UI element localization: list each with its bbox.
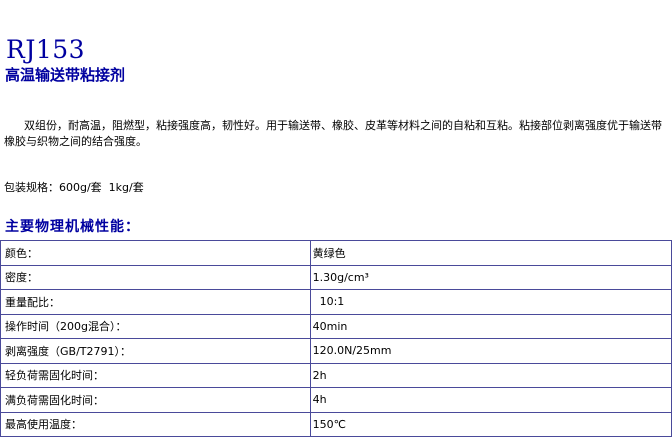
property-value: 2h [309, 362, 672, 388]
property-label: 操作时间（200g混合）： [0, 313, 311, 339]
product-description: 双组份，耐高温，阻燃型，粘接强度高，韧性好。用于输送带、橡胶、皮革等材料之间的自… [4, 119, 662, 148]
property-label: 满负荷需固化时间： [0, 387, 311, 413]
property-value: 150℃ [309, 411, 672, 437]
property-label: 密度： [0, 264, 311, 290]
property-label: 颜色： [0, 240, 311, 266]
property-value: 120.0N/25mm [309, 338, 672, 364]
table-row: 重量配比： 10:1 [0, 289, 672, 315]
property-value: 40min [309, 313, 672, 339]
property-value: 1.30g/cm³ [309, 264, 672, 290]
product-model: RJ153 [6, 35, 86, 64]
table-row: 轻负荷需固化时间： 2h [0, 362, 672, 388]
table-row: 剥离强度（GB/T2791）： 120.0N/25mm [0, 338, 672, 364]
property-value: 10:1 [309, 289, 672, 315]
table-row: 满负荷需固化时间： 4h [0, 387, 672, 413]
property-label: 最高使用温度： [0, 411, 311, 437]
properties-table: 颜色： 黄绿色 密度： 1.30g/cm³ 重量配比： 10:1 操作时间（20… [0, 240, 672, 437]
section-title: 主要物理机械性能： [5, 219, 140, 235]
table-row: 密度： 1.30g/cm³ [0, 264, 672, 290]
property-label: 轻负荷需固化时间： [0, 362, 311, 388]
table-row: 操作时间（200g混合）： 40min [0, 313, 672, 339]
table-row: 最高使用温度： 150℃ [0, 411, 672, 437]
property-value: 4h [309, 387, 672, 413]
property-value: 黄绿色 [309, 240, 672, 266]
property-label: 重量配比： [0, 289, 311, 315]
product-name: 高温输送带粘接剂 [5, 66, 126, 84]
property-label: 剥离强度（GB/T2791）： [0, 338, 311, 364]
packing-spec: 包装规格：600g/套 1kg/套 [4, 181, 144, 194]
table-row: 颜色： 黄绿色 [0, 240, 672, 266]
